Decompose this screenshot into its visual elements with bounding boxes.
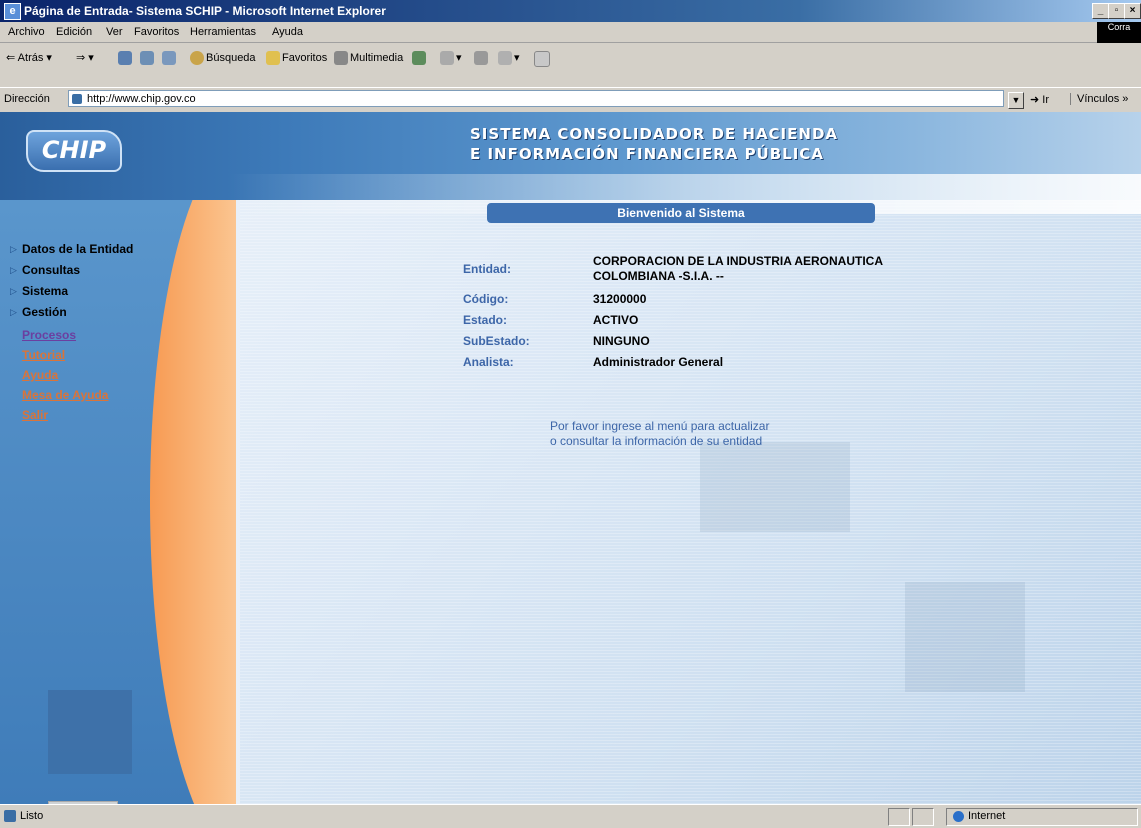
internet-explorer-icon: e <box>4 3 21 20</box>
address-dropdown-button[interactable]: ▼ <box>1008 92 1024 109</box>
mail-button[interactable]: ▾ <box>440 51 462 66</box>
welcome-bar: Bienvenido al Sistema <box>487 203 875 223</box>
history-button[interactable] <box>412 51 428 65</box>
codigo-label: Código: <box>463 292 509 306</box>
refresh-icon <box>140 51 154 65</box>
go-button[interactable]: ➜ Ir <box>1030 93 1049 106</box>
toolbar: ⇐ Atrás ▾ ⇒ ▾ Búsqueda Favoritos Multime… <box>0 43 1141 87</box>
discuss-button[interactable] <box>534 51 552 67</box>
favorites-button[interactable]: Favoritos <box>266 51 327 65</box>
nav-salir[interactable]: Salir <box>22 408 48 422</box>
status-panel <box>888 808 910 826</box>
corner-logo-text: Corra <box>1107 22 1131 32</box>
nav-mesa-ayuda[interactable]: Mesa de Ayuda <box>22 388 108 402</box>
address-label: Dirección <box>4 93 50 105</box>
print-button[interactable] <box>474 51 490 65</box>
nav-ayuda[interactable]: Ayuda <box>22 368 58 382</box>
status-bar: Listo Internet <box>0 804 1141 828</box>
maximize-button[interactable]: ▫ <box>1108 3 1125 19</box>
edit-button[interactable]: ▾ <box>498 51 520 66</box>
menu-herramientas[interactable]: Herramientas <box>190 26 256 38</box>
mail-icon <box>440 51 454 66</box>
estado-value: ACTIVO <box>593 313 639 327</box>
status-panel <box>912 808 934 826</box>
instruction-line2: o consultar la información de su entidad <box>550 434 763 448</box>
codigo-value: 31200000 <box>593 292 647 306</box>
search-button[interactable]: Búsqueda <box>190 51 256 65</box>
arrow-icon: ▷ <box>10 307 17 317</box>
analista-label: Analista: <box>463 355 514 369</box>
status-text: Listo <box>20 810 44 822</box>
entidad-label: Entidad: <box>463 262 511 276</box>
estado-label: Estado: <box>463 313 508 327</box>
stop-button[interactable] <box>118 51 134 65</box>
home-button[interactable] <box>162 51 178 65</box>
home-icon <box>162 51 176 65</box>
forward-button[interactable]: ⇒ ▾ <box>76 51 94 64</box>
banner-title-line1: SISTEMA CONSOLIDADOR DE HACIENDA <box>470 125 838 143</box>
multimedia-button[interactable]: Multimedia <box>334 51 403 65</box>
subestado-value: NINGUNO <box>593 334 650 348</box>
multimedia-icon <box>334 51 348 65</box>
banner-title-line2: E INFORMACIÓN FINANCIERA PÚBLICA <box>470 145 824 163</box>
search-icon <box>190 51 204 65</box>
menu-bar: Archivo Edición Ver Favoritos Herramient… <box>0 22 1141 43</box>
links-button[interactable]: Vínculos » <box>1070 93 1128 105</box>
chip-logo: CHIP <box>26 130 122 172</box>
nav-procesos[interactable]: Procesos <box>22 328 76 342</box>
menu-ver[interactable]: Ver <box>106 26 123 38</box>
banner-title: SISTEMA CONSOLIDADOR DE HACIENDA E INFOR… <box>470 124 870 164</box>
decorative-block <box>905 582 1025 692</box>
go-arrow-icon: ➜ <box>1030 94 1040 106</box>
edit-icon <box>498 51 512 66</box>
arrow-icon: ▷ <box>10 286 17 296</box>
zone-text: Internet <box>968 810 1006 822</box>
arrow-icon: ▷ <box>10 265 17 275</box>
back-arrow-icon: ⇐ <box>6 52 16 64</box>
nav-gestion[interactable]: Gestión <box>22 305 67 319</box>
multimedia-label: Multimedia <box>350 51 404 64</box>
arrow-icon: ▷ <box>10 244 17 254</box>
menu-favoritos[interactable]: Favoritos <box>134 26 179 38</box>
nav-datos-entidad[interactable]: Datos de la Entidad <box>22 242 133 256</box>
back-label: Atrás <box>17 52 44 64</box>
internet-zone-icon <box>953 811 964 822</box>
close-button[interactable]: × <box>1124 3 1141 19</box>
entidad-value-line2: COLOMBIANA -S.I.A. -- <box>593 269 724 283</box>
print-icon <box>474 51 488 65</box>
go-label: Ir <box>1042 94 1050 106</box>
minimize-button[interactable]: _ <box>1092 3 1109 19</box>
entidad-value-line1: CORPORACION DE LA INDUSTRIA AERONAUTICA <box>593 254 883 268</box>
nav-sistema[interactable]: Sistema <box>22 284 68 298</box>
search-label: Búsqueda <box>206 51 256 64</box>
window-title-bar[interactable]: e Página de Entrada- Sistema SCHIP - Mic… <box>0 0 1141 22</box>
instruction-line1: Por favor ingrese al menú para actualiza… <box>550 419 770 433</box>
web-page: CHIP SISTEMA CONSOLIDADOR DE HACIENDA E … <box>0 112 1141 804</box>
nav-consultas[interactable]: Consultas <box>22 263 80 277</box>
instruction-message: Por favor ingrese al menú para actualiza… <box>550 419 769 449</box>
refresh-button[interactable] <box>140 51 156 65</box>
decorative-block <box>700 442 850 532</box>
history-icon <box>412 51 426 65</box>
address-bar: Dirección ▼ ➜ Ir Vínculos » <box>0 87 1141 113</box>
subestado-label: SubEstado: <box>463 334 530 348</box>
sidebar-edge <box>236 200 240 804</box>
window-title: Página de Entrada- Sistema SCHIP - Micro… <box>24 4 386 18</box>
address-input[interactable] <box>68 90 1004 107</box>
page-status-icon <box>4 810 16 822</box>
favorites-label: Favoritos <box>282 51 328 64</box>
sidebar: ▷ Datos de la Entidad ▷ Consultas ▷ Sist… <box>0 200 240 804</box>
back-button[interactable]: ⇐ Atrás ▾ <box>6 51 52 64</box>
analista-value: Administrador General <box>593 355 724 369</box>
page-favicon <box>72 94 82 104</box>
menu-edicion[interactable]: Edición <box>56 26 92 38</box>
menu-archivo[interactable]: Archivo <box>8 26 45 38</box>
favorites-icon <box>266 51 280 65</box>
menu-ayuda[interactable]: Ayuda <box>272 26 303 38</box>
nav-tutorial[interactable]: Tutorial <box>22 348 65 362</box>
forward-arrow-icon: ⇒ <box>76 52 86 64</box>
discuss-icon <box>534 51 550 67</box>
decorative-square-blue <box>48 690 132 774</box>
stop-icon <box>118 51 132 65</box>
